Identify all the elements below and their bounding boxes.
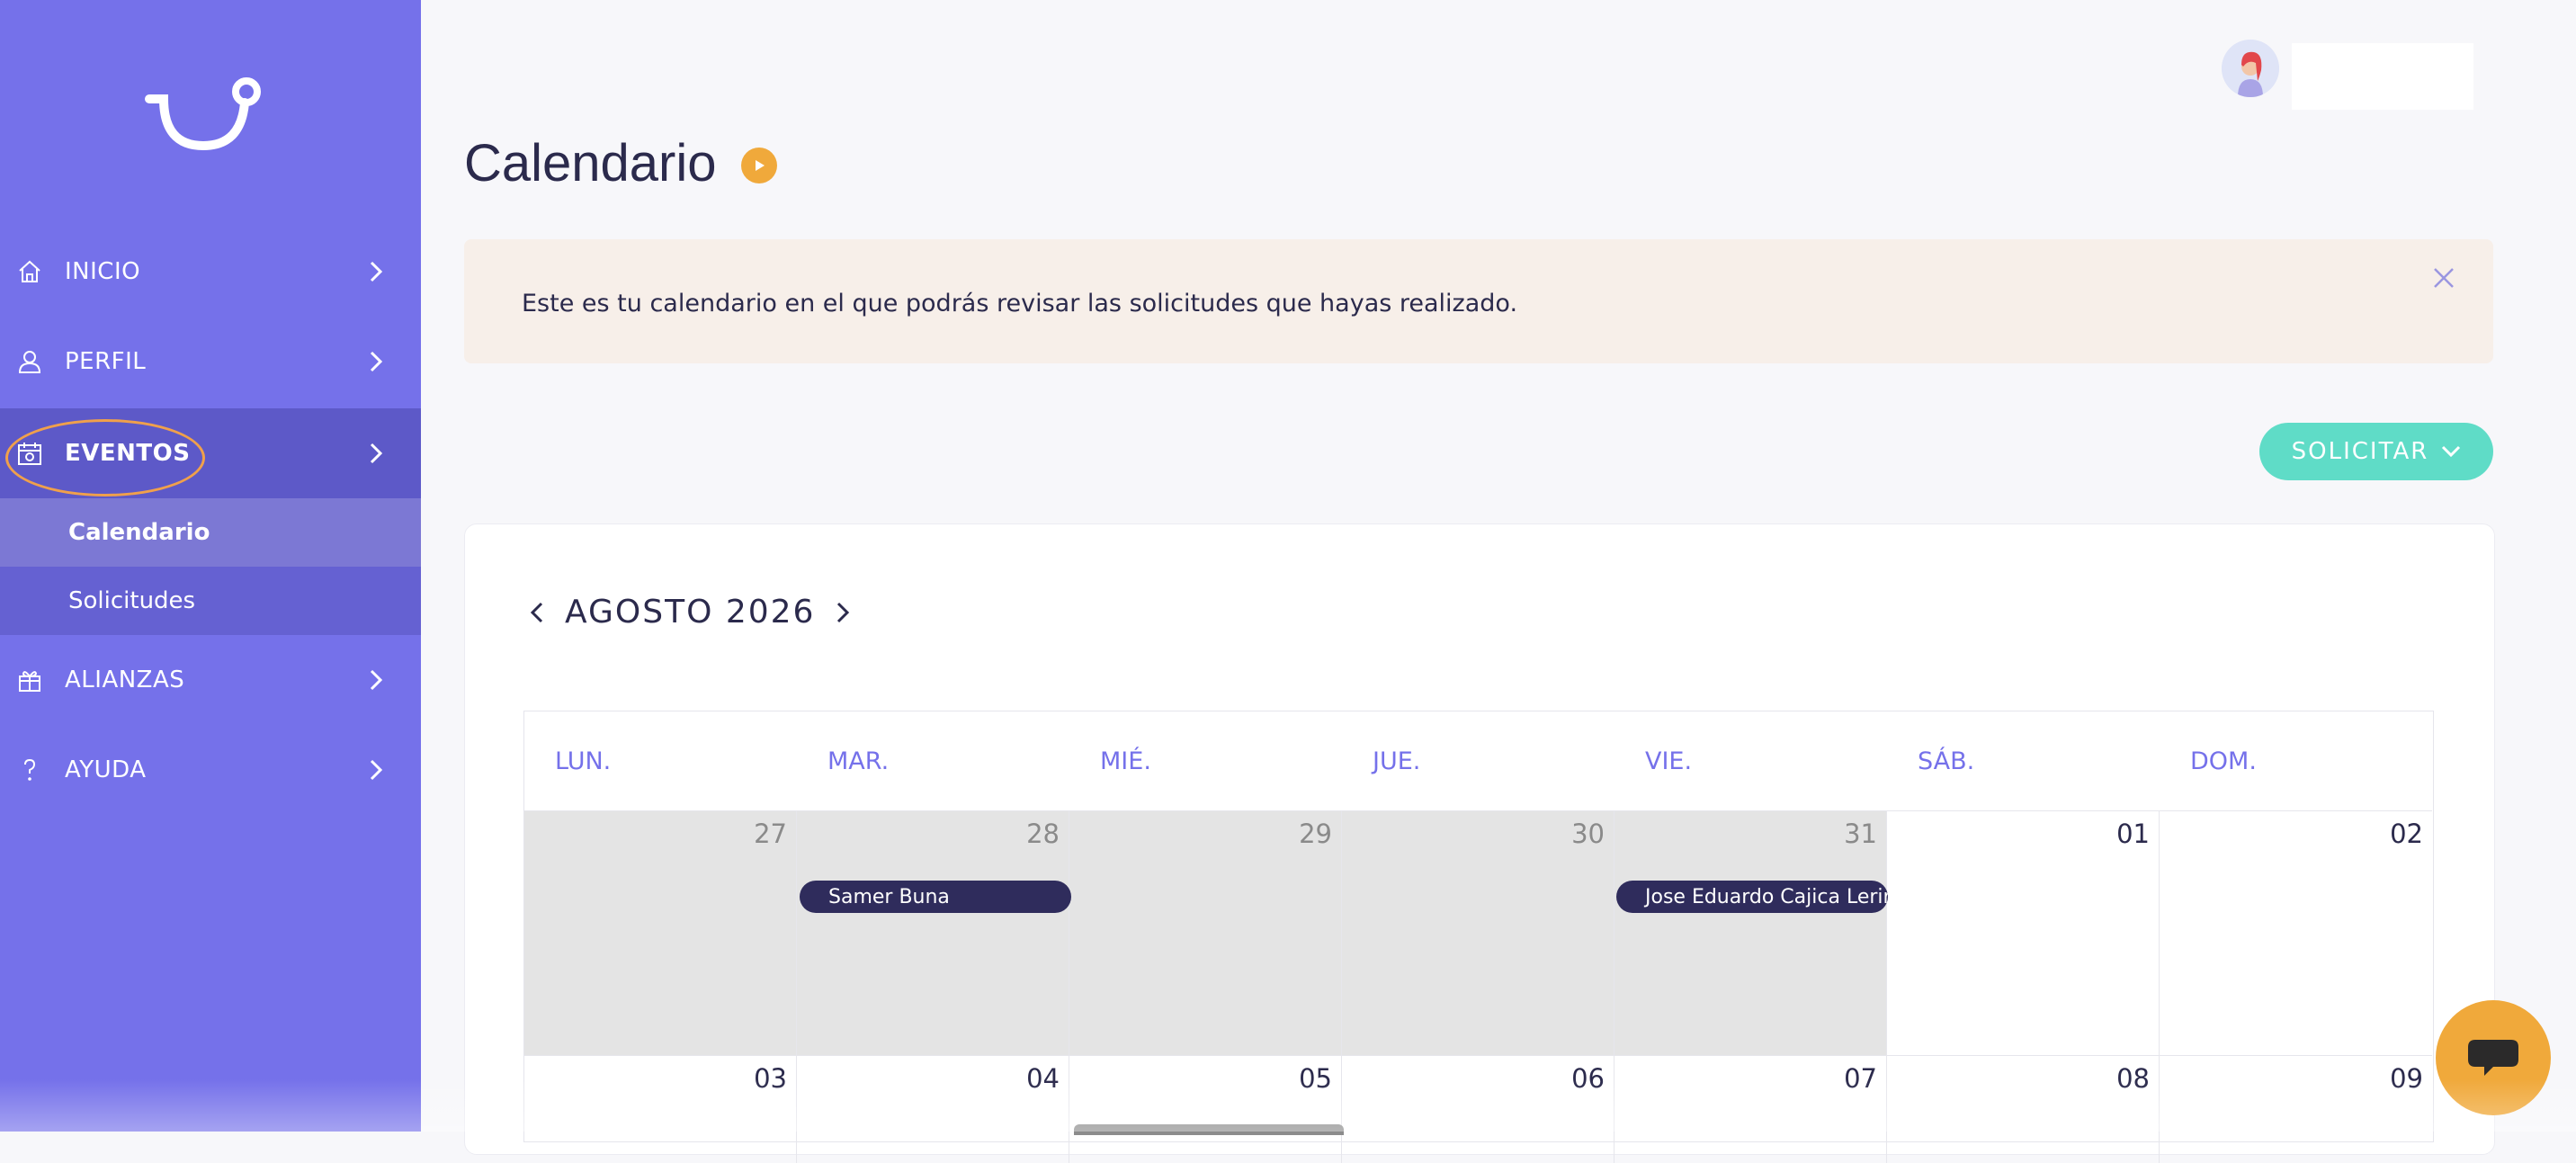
day-cell[interactable]: 30 [1342,810,1614,1055]
day-number: 06 [1571,1063,1605,1094]
sidebar: INICIO PERFIL EVENTOS Calendario Solicit… [0,0,421,1132]
info-banner: Este es tu calendario en el que podrás r… [464,239,2493,363]
chevron-right-icon[interactable] [835,600,851,625]
event-name: Jose Eduardo Cajica Lerin [1645,885,1888,908]
info-banner-text: Este es tu calendario en el que podrás r… [522,290,1518,318]
sidebar-subitem-label: Solicitudes [68,587,196,614]
chat-button[interactable] [2436,1000,2551,1115]
weekday-header: MAR. [827,747,890,775]
home-icon [19,260,40,282]
day-number: 04 [1026,1063,1060,1094]
day-number: 03 [754,1063,787,1094]
day-cell[interactable]: 27 [524,810,797,1055]
user-icon [18,351,41,373]
avatar[interactable] [2222,40,2279,97]
solicitar-button[interactable]: SOLICITAR [2259,423,2493,480]
day-cell[interactable]: 01 [1887,810,2160,1055]
day-number: 01 [2116,819,2150,849]
day-cell[interactable]: 02 [2160,810,2432,1055]
day-cell[interactable]: 29 [1069,810,1342,1055]
sidebar-item-inicio[interactable]: INICIO [0,227,421,317]
day-cell[interactable]: 31 [1614,810,1887,1055]
day-number: 27 [754,819,787,849]
day-number: 31 [1844,819,1877,849]
sidebar-item-alianzas[interactable]: ALIANZAS [0,635,421,725]
sidebar-subitem-calendario[interactable]: Calendario [0,498,421,567]
calendar-icon [18,443,41,465]
day-number: 08 [2116,1063,2150,1094]
event-pill[interactable]: Jose Eduardo Cajica Lerin [1616,881,1888,913]
weekday-header: SÁB. [1918,747,1975,775]
chevron-right-icon [370,759,383,781]
gift-icon [19,671,40,692]
day-number: 28 [1026,819,1060,849]
sidebar-subitem-solicitudes[interactable]: Solicitudes [0,567,421,635]
weekday-header: JUE. [1373,747,1421,775]
chevron-down-icon [2442,445,2461,458]
sidebar-item-label: INICIO [65,258,141,285]
day-cell[interactable]: 05 [1069,1055,1342,1163]
month-navigation: AGOSTO 2026 [529,594,851,631]
event-pill-partial[interactable] [1074,1124,1344,1135]
page-title: Calendario [464,134,717,192]
weekday-header: VIE. [1645,747,1693,775]
avatar-illustration [2222,40,2279,97]
sidebar-subitem-label: Calendario [68,519,210,546]
chevron-right-icon [370,669,383,691]
chevron-right-icon [370,261,383,282]
play-icon [756,160,765,171]
brand-logo[interactable] [144,76,265,157]
day-cell[interactable]: 07 [1614,1055,1887,1163]
event-name: Samer Buna [828,885,950,908]
sidebar-item-label: EVENTOS [65,440,191,467]
sidebar-item-label: PERFIL [65,348,147,375]
day-cell[interactable]: 04 [797,1055,1069,1163]
day-number: 07 [1844,1063,1877,1094]
user-menu[interactable] [2292,43,2473,110]
event-pill[interactable]: Samer Buna [800,881,1071,913]
sidebar-item-eventos[interactable]: EVENTOS [0,408,421,498]
chevron-right-icon [370,443,383,464]
sidebar-item-label: AYUDA [65,756,147,783]
chevron-right-icon [370,351,383,372]
chevron-left-icon[interactable] [529,600,545,625]
chat-icon [2468,1040,2518,1076]
weekday-header: MIÉ. [1100,747,1151,775]
day-number: 02 [2390,819,2423,849]
help-icon [24,758,36,781]
day-number: 29 [1299,819,1332,849]
day-cell[interactable]: 06 [1342,1055,1614,1163]
calendar-grid: LUN. MAR. MIÉ. JUE. VIE. SÁB. DOM. 27 28… [523,711,2434,1163]
day-cell[interactable]: 09 [2160,1055,2432,1163]
month-label: AGOSTO 2026 [565,594,816,631]
day-number: 30 [1571,819,1605,849]
day-cell[interactable]: 08 [1887,1055,2160,1163]
weekday-header: LUN. [555,747,612,775]
solicitar-label: SOLICITAR [2291,438,2429,465]
sidebar-item-perfil[interactable]: PERFIL [0,317,421,407]
weekday-header: DOM. [2190,747,2257,775]
sidebar-item-ayuda[interactable]: AYUDA [0,725,421,815]
day-cell[interactable]: 03 [524,1055,797,1163]
sidebar-item-label: ALIANZAS [65,666,185,693]
play-tutorial-button[interactable] [741,148,777,183]
day-number: 05 [1299,1063,1332,1094]
day-cell[interactable]: 28 [797,810,1069,1055]
close-icon[interactable] [2430,264,2457,291]
day-number: 09 [2390,1063,2423,1094]
